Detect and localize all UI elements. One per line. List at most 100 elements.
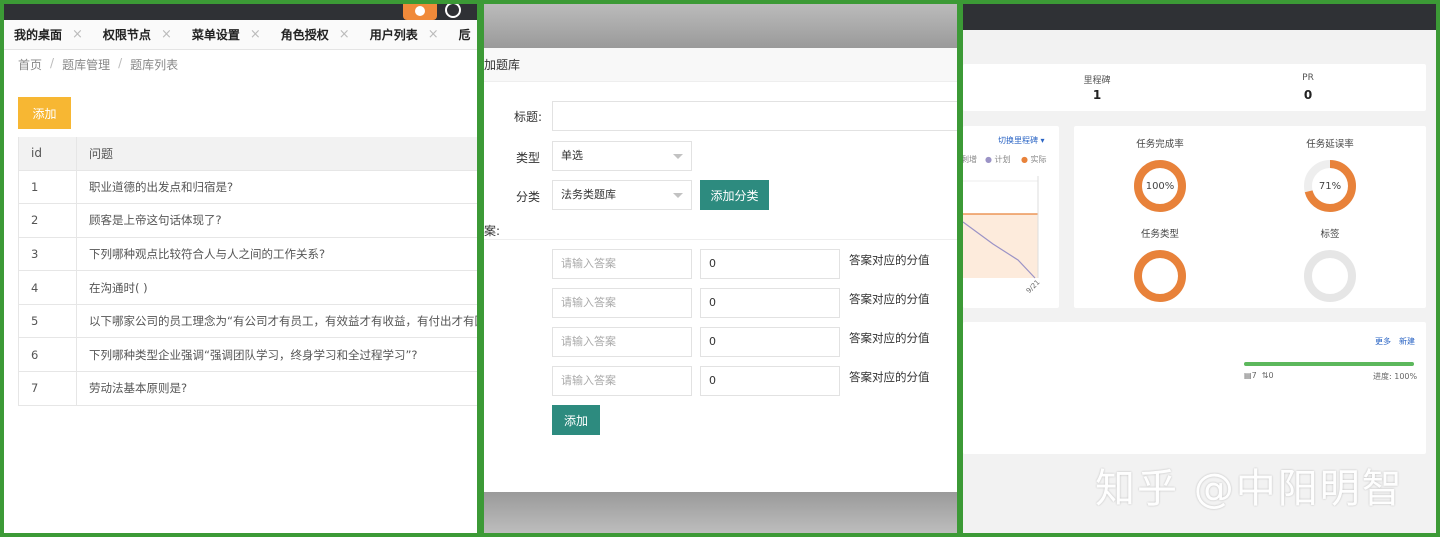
table-row[interactable]: 6 下列哪种类型企业强调“强调团队学习，终身学习和全过程学习”? bbox=[18, 337, 477, 373]
cell-question: 下列哪种观点比较符合人与人之间的工作关系? bbox=[76, 237, 477, 272]
breadcrumb-current: 题库列表 bbox=[130, 58, 179, 72]
answer-input[interactable]: 请输入答案 bbox=[552, 366, 692, 396]
stats-card: 里程碑 1 PR 0 bbox=[963, 64, 1426, 111]
watermark: 知乎 @中阳明智 bbox=[1095, 466, 1404, 512]
tab-user-list[interactable]: 用户列表 × bbox=[360, 20, 449, 50]
title-input[interactable] bbox=[552, 101, 957, 131]
question-table: id 问题 1 职业道德的出发点和归宿是? 2 顾客是上帝这句话体现了? 3 下列哪种… bbox=[18, 137, 477, 406]
score-label: 答案对应的分值 bbox=[849, 331, 930, 345]
score-input[interactable]: 0 bbox=[700, 249, 840, 279]
new-link[interactable]: 新建 bbox=[1399, 336, 1415, 347]
category-select[interactable]: 法务类题库 bbox=[552, 180, 692, 210]
type-select-value: 单选 bbox=[561, 149, 583, 162]
answer-input[interactable]: 请输入答案 bbox=[552, 288, 692, 318]
breadcrumb-home[interactable]: 首页 bbox=[18, 56, 42, 73]
type-label: 类型 bbox=[515, 151, 540, 165]
score-input[interactable]: 0 bbox=[700, 327, 840, 357]
top-bar bbox=[963, 4, 1436, 30]
overlay-backdrop bbox=[484, 492, 957, 533]
project-dashboard-panel: 里程碑 1 PR 0 切换里程碑 ▾ 剩增 ● 计划 ● 实际 9/21 任务完… bbox=[963, 4, 1436, 533]
donut-charts: 100% 71% bbox=[1134, 160, 1356, 302]
task-stats-card: 任务完成率 任务延误率 任务类型 标签 100% 71% bbox=[1074, 126, 1426, 308]
close-icon[interactable]: × bbox=[161, 20, 172, 50]
cell-id: 7 bbox=[18, 371, 77, 406]
cell-question: 在沟通时( ) bbox=[76, 270, 477, 305]
pr-label: PR bbox=[1302, 73, 1314, 83]
progress-text: 进度: 100% bbox=[1373, 372, 1418, 381]
progress-fill bbox=[1244, 362, 1414, 366]
answer-input[interactable]: 请输入答案 bbox=[552, 327, 692, 357]
milestone-card: 更多 新建 ▤7 ⇅0 进度: 100% bbox=[963, 322, 1426, 454]
score-label: 答案对应的分值 bbox=[849, 292, 930, 306]
breadcrumb: 首页 / 题库管理 / 题库列表 bbox=[18, 56, 178, 73]
milestone-count[interactable]: 1 bbox=[1057, 88, 1137, 102]
title-label: 标题: bbox=[513, 110, 542, 124]
add-button[interactable]: 添加 bbox=[18, 97, 71, 129]
task-count: 7 bbox=[1251, 371, 1257, 380]
pr-count: 0 bbox=[1268, 371, 1274, 380]
breadcrumb-question-bank[interactable]: 题库管理 bbox=[62, 56, 110, 73]
cell-id: 3 bbox=[18, 237, 77, 272]
breadcrumb-separator: / bbox=[50, 56, 55, 70]
chevron-down-icon bbox=[673, 154, 683, 159]
table-row[interactable]: 7 劳动法基本原则是? bbox=[18, 371, 477, 406]
cell-question: 劳动法基本原则是? bbox=[76, 371, 477, 406]
cell-id: 4 bbox=[18, 270, 77, 305]
close-icon[interactable]: × bbox=[250, 20, 261, 50]
tab-permission-nodes[interactable]: 权限节点 × bbox=[93, 20, 182, 50]
add-question-dialog-panel: 加题库 标题: 类型 单选 分类 法务类题库 添加分类 案: 请输入答案 0 答… bbox=[484, 4, 957, 533]
tab-bar: 我的桌面 × 权限节点 × 菜单设置 × 角色授权 × 用户列表 × 卮 bbox=[4, 20, 477, 50]
tab-desktop[interactable]: 我的桌面 × bbox=[4, 20, 93, 50]
score-label: 答案对应的分值 bbox=[849, 253, 930, 267]
table-row[interactable]: 3 下列哪种观点比较符合人与人之间的工作关系? bbox=[18, 237, 477, 272]
overlay-backdrop bbox=[484, 4, 957, 48]
tab-role-authorization[interactable]: 角色授权 × bbox=[271, 20, 360, 50]
cell-id: 1 bbox=[18, 170, 77, 205]
table-row[interactable]: 5 以下哪家公司的员工理念为“有公司才有员工，有效益才有收益，有付出才有回 bbox=[18, 304, 477, 339]
add-question-dialog: 加题库 标题: 类型 单选 分类 法务类题库 添加分类 案: 请输入答案 0 答… bbox=[484, 48, 957, 492]
score-label: 答案对应的分值 bbox=[849, 370, 930, 384]
type-select[interactable]: 单选 bbox=[552, 141, 692, 171]
score-input[interactable]: 0 bbox=[700, 366, 840, 396]
pr-count[interactable]: 0 bbox=[1268, 88, 1348, 102]
close-icon[interactable]: × bbox=[339, 20, 350, 50]
column-header-question[interactable]: 问题 bbox=[76, 137, 477, 171]
milestone-label: 里程碑 bbox=[1083, 76, 1111, 86]
cell-id: 5 bbox=[18, 304, 77, 339]
answers-label: 案: bbox=[484, 224, 501, 238]
table-row[interactable]: 1 职业道德的出发点和归宿是? bbox=[18, 170, 477, 205]
cell-question: 职业道德的出发点和归宿是? bbox=[76, 170, 477, 205]
table-header-row: id 问题 bbox=[18, 137, 477, 171]
completion-rate-value: 100% bbox=[1146, 181, 1175, 192]
chevron-down-icon bbox=[673, 193, 683, 198]
cell-question: 以下哪家公司的员工理念为“有公司才有员工，有效益才有收益，有付出才有回 bbox=[76, 304, 477, 339]
table-row[interactable]: 4 在沟通时( ) bbox=[18, 270, 477, 305]
score-input[interactable]: 0 bbox=[700, 288, 840, 318]
delay-rate-value: 71% bbox=[1319, 181, 1341, 192]
add-category-button[interactable]: 添加分类 bbox=[700, 180, 769, 210]
task-count-icon: ▤ bbox=[1244, 371, 1252, 380]
cell-id: 2 bbox=[18, 203, 77, 238]
burndown-card: 切换里程碑 ▾ 剩增 ● 计划 ● 实际 9/21 bbox=[963, 126, 1059, 308]
avatar[interactable] bbox=[403, 4, 437, 20]
close-icon[interactable]: × bbox=[428, 20, 439, 50]
burndown-chart: 9/21 bbox=[963, 176, 1042, 295]
answer-input[interactable]: 请输入答案 bbox=[552, 249, 692, 279]
task-type-donut[interactable] bbox=[1134, 250, 1186, 302]
cell-id: 6 bbox=[18, 337, 77, 373]
submit-button[interactable]: 添加 bbox=[552, 405, 600, 435]
user-icon bbox=[415, 6, 425, 16]
task-stats: ▤7 ⇅0 bbox=[1244, 371, 1274, 380]
settings-icon[interactable] bbox=[445, 4, 461, 18]
divider bbox=[484, 239, 957, 240]
cell-question: 下列哪种类型企业强调“强调团队学习，终身学习和全过程学习”? bbox=[76, 337, 477, 373]
category-label: 分类 bbox=[515, 190, 540, 204]
x-tick-label: 9/21 bbox=[1025, 278, 1042, 295]
column-header-id[interactable]: id bbox=[18, 137, 77, 171]
donut-track bbox=[1304, 250, 1356, 302]
close-icon[interactable]: × bbox=[72, 20, 83, 50]
more-link[interactable]: 更多 bbox=[1375, 336, 1391, 347]
tab-partial[interactable]: 卮 bbox=[449, 20, 477, 50]
table-row[interactable]: 2 顾客是上帝这句话体现了? bbox=[18, 203, 477, 238]
tab-menu-settings[interactable]: 菜单设置 × bbox=[182, 20, 271, 50]
